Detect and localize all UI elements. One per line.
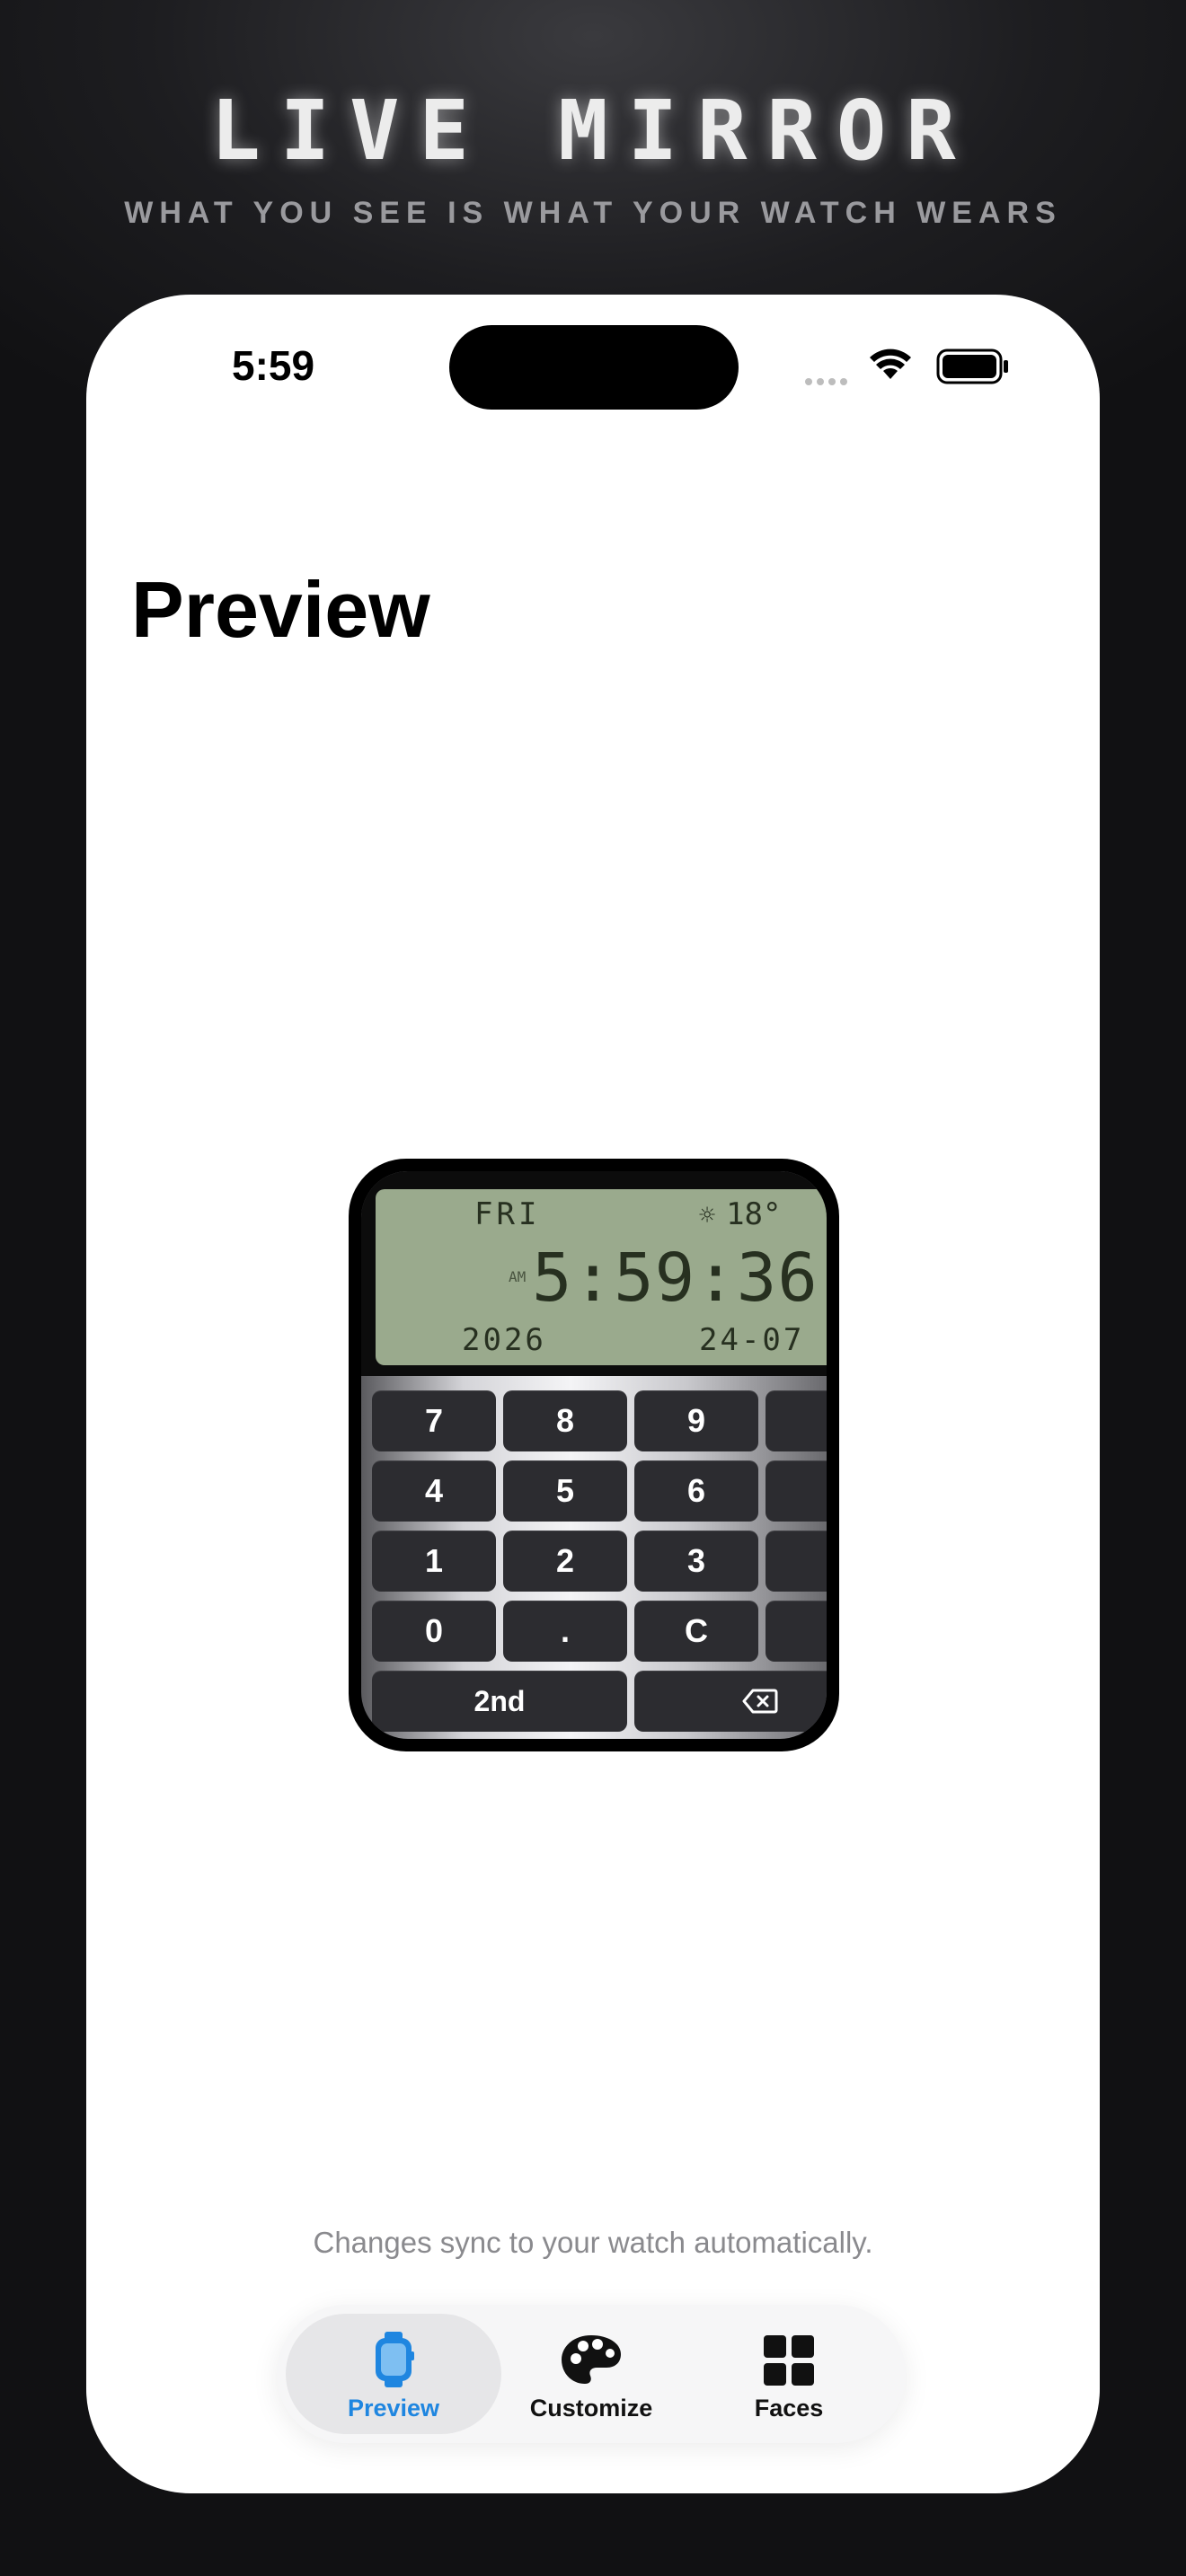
lcd-year: 2026 bbox=[462, 1322, 546, 1358]
key-1: 1 bbox=[372, 1531, 496, 1592]
lcd-display: FRI ☼ 18° AM 5:59:36 2026 24-07 bbox=[376, 1189, 827, 1365]
dynamic-island bbox=[449, 325, 739, 410]
key-dot: . bbox=[503, 1601, 627, 1662]
lcd-ampm: AM bbox=[509, 1268, 527, 1285]
lcd-time: 5:59:36 bbox=[532, 1239, 819, 1317]
key-operator-partial bbox=[766, 1460, 827, 1522]
tab-customize[interactable]: Customize bbox=[483, 2314, 699, 2434]
tab-preview[interactable]: Preview bbox=[286, 2314, 501, 2434]
key-7: 7 bbox=[372, 1390, 496, 1451]
watch-icon bbox=[376, 2332, 414, 2387]
key-9: 9 bbox=[634, 1390, 758, 1451]
tab-faces[interactable]: Faces bbox=[681, 2314, 897, 2434]
key-4: 4 bbox=[372, 1460, 496, 1522]
lcd-day: FRI bbox=[474, 1196, 541, 1232]
key-0: 0 bbox=[372, 1601, 496, 1662]
grid-icon bbox=[764, 2335, 814, 2386]
key-backspace bbox=[634, 1671, 827, 1732]
tab-bar: Preview Customize Faces bbox=[277, 2305, 906, 2443]
backspace-icon bbox=[742, 1689, 778, 1714]
key-2nd: 2nd bbox=[372, 1671, 627, 1732]
tab-label: Preview bbox=[347, 2395, 440, 2422]
lcd-frame: FRI ☼ 18° AM 5:59:36 2026 24-07 bbox=[361, 1171, 827, 1376]
key-3: 3 bbox=[634, 1531, 758, 1592]
cellular-signal-icon bbox=[805, 374, 852, 390]
page-title: Preview bbox=[131, 565, 430, 654]
lcd-weather: ☼ 18° bbox=[699, 1196, 781, 1232]
wifi-icon bbox=[870, 348, 911, 379]
hero-subtitle: WHAT YOU SEE IS WHAT YOUR WATCH WEARS bbox=[124, 196, 1062, 230]
phone-screen: 5:59 Preview FRI ☼ 18° AM 5:59:36 2026 24 bbox=[86, 295, 1100, 2493]
key-clear: C bbox=[634, 1601, 758, 1662]
hero-title: LIVE MIRROR bbox=[210, 83, 976, 179]
key-5: 5 bbox=[503, 1460, 627, 1522]
lcd-date: 24-07 bbox=[699, 1322, 805, 1358]
sun-icon: ☼ bbox=[699, 1200, 716, 1231]
key-8: 8 bbox=[503, 1390, 627, 1451]
palette-icon bbox=[562, 2335, 621, 2384]
watch-face: FRI ☼ 18° AM 5:59:36 2026 24-07 7 8 9 4 5… bbox=[361, 1171, 827, 1739]
watch-preview: FRI ☼ 18° AM 5:59:36 2026 24-07 7 8 9 4 5… bbox=[349, 1159, 839, 1751]
key-6: 6 bbox=[634, 1460, 758, 1522]
key-operator-partial bbox=[766, 1531, 827, 1592]
tab-label: Customize bbox=[529, 2395, 653, 2422]
lcd-temperature: 18° bbox=[726, 1196, 782, 1232]
key-operator-partial bbox=[766, 1601, 827, 1662]
key-operator-partial bbox=[766, 1390, 827, 1451]
battery-icon bbox=[936, 348, 1008, 384]
sync-note: Changes sync to your watch automatically… bbox=[313, 2226, 873, 2259]
key-2: 2 bbox=[503, 1531, 627, 1592]
tab-label: Faces bbox=[754, 2395, 824, 2422]
